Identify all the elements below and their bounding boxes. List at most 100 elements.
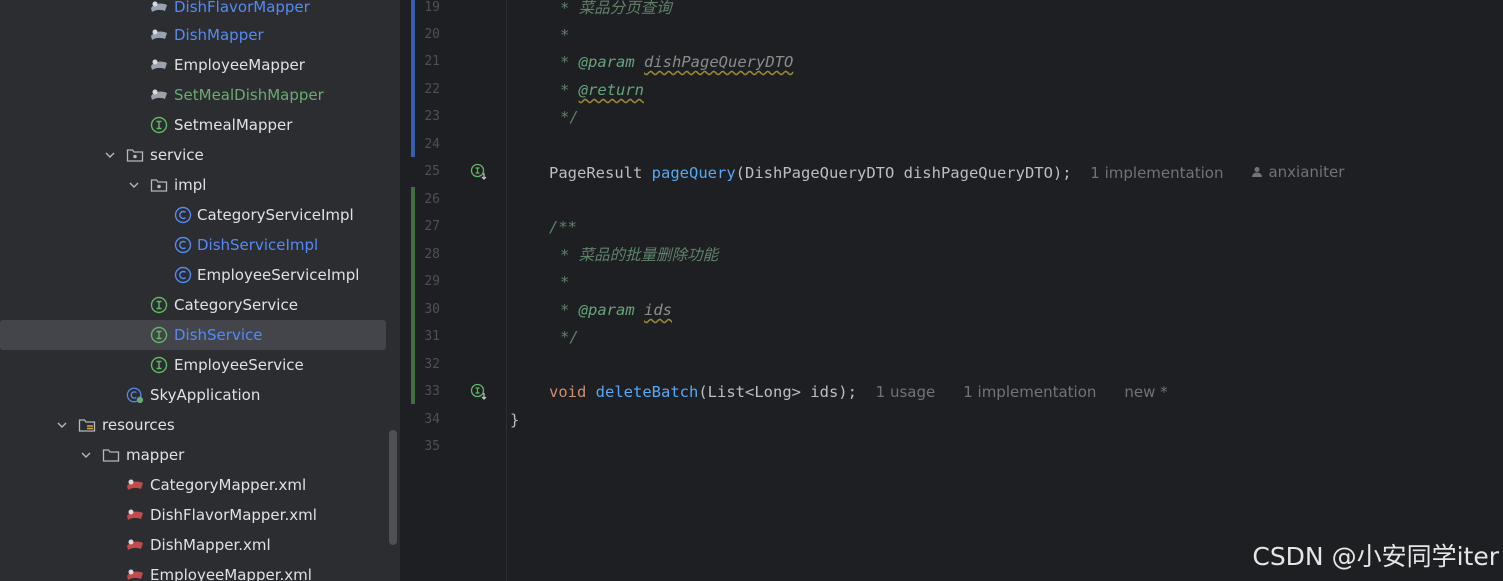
code-line-20[interactable]: * (560, 23, 569, 47)
tree-item-label: DishService (174, 326, 263, 344)
tree-item-label: DishMapper.xml (150, 536, 271, 554)
interface-icon (150, 326, 168, 344)
chevron-down-icon[interactable] (56, 419, 68, 431)
package-folder-icon (126, 146, 144, 164)
interface-icon (150, 356, 168, 374)
author-hint[interactable]: new * (1124, 383, 1167, 401)
code-line-21[interactable]: * @param dishPageQueryDTO (560, 50, 793, 74)
tree-item-employeeserviceimpl[interactable]: EmployeeServiceImpl (0, 261, 386, 289)
line-number: 20 (424, 27, 440, 42)
interface-icon (150, 296, 168, 314)
line-number: 25 (424, 164, 440, 179)
mapper-icon (150, 56, 168, 74)
tree-item-dishserviceimpl[interactable]: DishServiceImpl (0, 231, 386, 259)
tree-item-employeeservice[interactable]: EmployeeService (0, 351, 386, 379)
tree-item-employeemapper-xml[interactable]: EmployeeMapper.xml (0, 561, 386, 581)
line-number: 26 (424, 192, 440, 207)
author-hint[interactable]: anxianiter (1251, 160, 1344, 184)
tree-item-label: SetmealMapper (174, 116, 293, 134)
code-line-25[interactable]: PageResult pageQuery(DishPageQueryDTO di… (549, 160, 1344, 184)
mybatis-xml-icon (126, 506, 144, 524)
tree-item-label: SkyApplication (150, 386, 261, 404)
code-line-29[interactable]: * (560, 270, 569, 294)
tree-item-label: impl (174, 176, 207, 194)
line-number: 24 (424, 137, 440, 152)
line-number: 30 (424, 302, 440, 317)
line-number: 21 (424, 54, 440, 69)
tree-item-label: DishServiceImpl (197, 236, 319, 254)
code-line-33[interactable]: void deleteBatch(List<Long> ids); 1 usag… (549, 380, 1168, 404)
interface-icon (150, 116, 168, 134)
code-line-27[interactable]: /** (549, 215, 577, 239)
code-editor[interactable]: 19 20 21 22 23 24 25 26 27 28 29 30 31 3… (400, 0, 1503, 581)
code-line-30[interactable]: * @param ids (560, 298, 672, 322)
resources-folder-icon (78, 416, 96, 434)
ide-window: DishFlavorMapper DishMapper EmployeeMapp… (0, 0, 1503, 581)
tree-item-label: service (150, 146, 204, 164)
chevron-down-icon[interactable] (104, 149, 116, 161)
tree-item-label: CategoryService (174, 296, 298, 314)
tree-item-dishmapper-xml[interactable]: DishMapper.xml (0, 531, 386, 559)
tree-item-label: EmployeeService (174, 356, 304, 374)
line-number: 32 (424, 357, 440, 372)
code-line-31[interactable]: */ (560, 325, 579, 349)
folder-icon (102, 446, 120, 464)
tree-item-setmealmapper[interactable]: SetmealMapper (0, 111, 386, 139)
tree-item-dishflavormapper[interactable]: DishFlavorMapper (0, 0, 386, 21)
tree-item-mapper-folder[interactable]: mapper (0, 441, 386, 469)
implemented-gutter-icon[interactable] (470, 163, 488, 181)
tree-item-dishflavormapper-xml[interactable]: DishFlavorMapper.xml (0, 501, 386, 529)
line-number: 27 (424, 219, 440, 234)
tree-item-label: SetMealDishMapper (174, 86, 324, 104)
tree-item-dishservice[interactable]: DishService (0, 320, 386, 350)
tree-item-dishmapper[interactable]: DishMapper (0, 21, 386, 49)
implementations-hint[interactable]: 1 implementation (1090, 164, 1223, 182)
line-number: 28 (424, 247, 440, 262)
tree-item-label: mapper (126, 446, 185, 464)
vcs-modified-marker[interactable] (411, 0, 415, 157)
mybatis-xml-icon (126, 536, 144, 554)
line-number: 29 (424, 274, 440, 289)
tree-item-impl[interactable]: impl (0, 171, 386, 199)
tree-item-label: CategoryServiceImpl (197, 206, 354, 224)
tree-item-employeemapper[interactable]: EmployeeMapper (0, 51, 386, 79)
project-tree[interactable]: DishFlavorMapper DishMapper EmployeeMapp… (0, 0, 400, 581)
implementations-hint[interactable]: 1 implementation (963, 383, 1096, 401)
mybatis-xml-icon (126, 476, 144, 494)
tree-item-skyapplication[interactable]: SkyApplication (0, 381, 386, 409)
tree-item-categoryservice[interactable]: CategoryService (0, 291, 386, 319)
package-folder-icon (150, 176, 168, 194)
tree-item-categorymapper-xml[interactable]: CategoryMapper.xml (0, 471, 386, 499)
project-tree-scrollbar[interactable] (389, 430, 397, 545)
user-icon (1252, 167, 1263, 177)
implemented-gutter-icon[interactable] (470, 383, 488, 401)
mapper-icon (150, 26, 168, 44)
tree-item-label: EmployeeServiceImpl (197, 266, 360, 284)
class-icon (174, 236, 192, 254)
tree-item-label: resources (102, 416, 175, 434)
tree-item-resources[interactable]: resources (0, 411, 386, 439)
tree-item-categoryserviceimpl[interactable]: CategoryServiceImpl (0, 201, 386, 229)
tree-item-label: DishFlavorMapper (174, 0, 310, 16)
code-line-34[interactable]: } (510, 408, 519, 432)
spring-class-icon (126, 386, 144, 404)
code-line-22[interactable]: * @return (560, 78, 644, 102)
class-icon (174, 206, 192, 224)
chevron-down-icon[interactable] (128, 179, 140, 191)
chevron-down-icon[interactable] (80, 449, 92, 461)
tree-item-label: DishMapper (174, 26, 264, 44)
tree-item-service[interactable]: service (0, 141, 386, 169)
line-number: 33 (424, 384, 440, 399)
mapper-icon (150, 0, 168, 16)
editor-gutter[interactable]: 19 20 21 22 23 24 25 26 27 28 29 30 31 3… (400, 0, 507, 581)
usages-hint[interactable]: 1 usage (876, 383, 936, 401)
tree-item-label: CategoryMapper.xml (150, 476, 307, 494)
line-number: 35 (424, 439, 440, 454)
code-line-28[interactable]: * 菜品的批量删除功能 (560, 243, 718, 267)
tree-item-setmealdishmapper[interactable]: SetMealDishMapper (0, 81, 386, 109)
class-icon (174, 266, 192, 284)
watermark: CSDN @小安同学iter (1252, 542, 1499, 571)
code-line-19[interactable]: * 菜品分页查询 (560, 0, 672, 20)
tree-item-label: EmployeeMapper (174, 56, 305, 74)
code-line-23[interactable]: */ (560, 105, 579, 129)
